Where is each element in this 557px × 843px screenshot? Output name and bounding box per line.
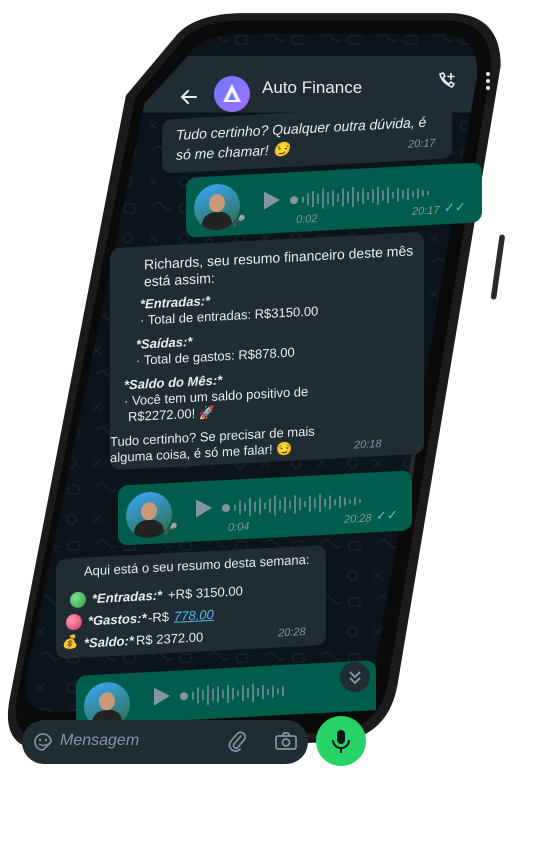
camera-icon: [275, 732, 297, 750]
voice-duration: 0:04: [228, 520, 250, 534]
summary-label: *Gastos:*: [88, 610, 147, 629]
red-circle-icon: [66, 613, 82, 631]
read-receipt-icon: ✓✓: [376, 507, 398, 524]
sticker-icon: [34, 733, 52, 751]
message-time: 20:17: [412, 204, 440, 218]
arrow-left-icon: [180, 90, 197, 104]
message-text: Tudo certinho? Qualquer outra dúvida, é: [176, 113, 427, 143]
money-bag-icon: 💰: [62, 633, 79, 650]
mic-icon: 🎤: [164, 523, 178, 537]
summary-value: R$ 2372.00: [136, 629, 204, 648]
summary-label: *Saldo:*: [84, 632, 134, 651]
mic-icon: 🎤: [232, 215, 246, 229]
sticker-button[interactable]: [32, 731, 54, 758]
play-icon: [196, 499, 212, 518]
message-text: R$2272.00! 🚀: [128, 404, 216, 425]
add-call-button[interactable]: [436, 70, 458, 92]
read-receipt-icon: ✓✓: [444, 199, 466, 216]
message-text: está assim:: [144, 269, 215, 290]
logo-icon: [223, 84, 241, 102]
message-bubble-incoming[interactable]: Richards, seu resumo financeiro deste mê…: [110, 231, 424, 471]
message-time: 20:28: [344, 512, 372, 526]
voice-duration: 0:02: [296, 212, 318, 226]
microphone-icon: [332, 730, 350, 753]
voice-record-button[interactable]: [316, 716, 366, 766]
summary-label: *Entradas:*: [92, 587, 163, 607]
message-time: 20:17: [408, 137, 436, 151]
contact-avatar[interactable]: [214, 76, 250, 112]
contact-name[interactable]: Auto Finance: [262, 78, 362, 98]
amount-link[interactable]: 778.00: [174, 607, 214, 624]
camera-button[interactable]: [274, 730, 298, 757]
summary-value: -R$: [148, 609, 169, 626]
play-button[interactable]: [152, 685, 172, 713]
attach-button[interactable]: [226, 730, 248, 759]
menu-button[interactable]: [482, 70, 494, 92]
message-text: Richards, seu resumo financeiro deste mê…: [144, 242, 414, 273]
paperclip-icon: [228, 731, 246, 752]
chevron-double-down-icon: [349, 671, 361, 685]
summary-value: +R$ 3150.00: [168, 583, 243, 603]
green-circle-icon: [70, 591, 86, 609]
message-text: só me chamar! 😏: [176, 140, 290, 163]
add-call-icon: [439, 72, 456, 88]
play-button[interactable]: [262, 189, 282, 217]
message-time: 20:18: [354, 437, 382, 452]
message-text: *Saídas:*: [136, 333, 193, 352]
message-time: 20:28: [278, 625, 306, 640]
message-text: Aqui está o seu resumo desta semana:: [84, 551, 310, 579]
back-button[interactable]: [178, 86, 200, 108]
message-bubble-incoming[interactable]: Aqui está o seu resumo desta semana: *En…: [56, 544, 326, 660]
waveform: [180, 683, 284, 705]
message-input-bar[interactable]: Mensagem: [22, 720, 308, 764]
message-input[interactable]: Mensagem: [60, 732, 139, 750]
scroll-down-button[interactable]: [340, 662, 370, 692]
more-vertical-icon: [486, 72, 490, 90]
play-button[interactable]: [194, 497, 214, 525]
play-icon: [154, 687, 170, 706]
play-icon: [264, 191, 280, 210]
